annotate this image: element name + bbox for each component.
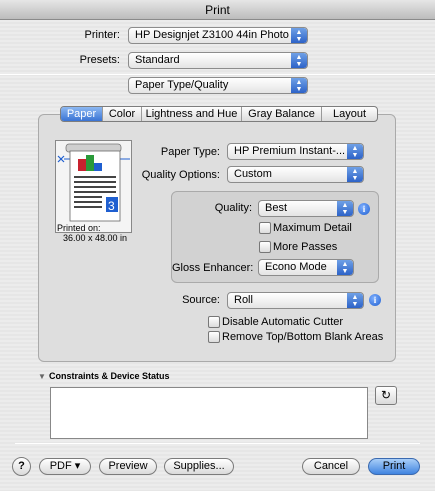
window-title: Print [205,3,230,17]
popup-arrows-icon: ▲ ▼ [337,201,353,216]
source-select[interactable]: Roll ▲ ▼ [227,292,364,309]
source-label: Source: [182,294,220,306]
printer-select[interactable]: HP Designjet Z3100 44in Photo ▲ ▼ [128,27,308,44]
maximum-detail-checkbox[interactable] [259,222,271,234]
printer-label: Printer: [84,29,120,41]
title-bar: Print [0,0,435,20]
section-select[interactable]: Paper Type/Quality ▲ ▼ [128,77,308,94]
printed-on-size: 36.00 x 48.00 in [63,233,128,243]
paper-type-label: Paper Type: [160,146,220,158]
svg-text:3: 3 [108,199,115,213]
supplies-button[interactable]: Supplies... [164,458,234,475]
popup-arrows-icon: ▲ ▼ [337,260,353,275]
source-value: Roll [234,294,253,306]
paper-type-value: HP Premium Instant-... [234,145,346,157]
tab-color[interactable]: Color [103,107,142,121]
tab-gray-balance[interactable]: Gray Balance [242,107,322,121]
presets-select[interactable]: Standard ▲ ▼ [128,52,308,69]
more-passes-checkbox[interactable] [259,241,271,253]
popup-arrows-icon: ▲ ▼ [291,53,307,68]
disclosure-triangle-icon[interactable]: ▼ [38,372,46,381]
paper-type-select[interactable]: HP Premium Instant-... ▲ ▼ [227,143,364,160]
pdf-button[interactable]: PDF ▾ [39,458,91,475]
quality-label: Quality: [214,202,252,214]
printed-on-label: Printed on: [57,223,101,233]
source-info-icon[interactable]: i [369,294,381,306]
gloss-enhancer-value: Econo Mode [265,261,327,273]
popup-arrows-icon: ▲ ▼ [347,293,363,308]
remove-blank-label: Remove Top/Bottom Blank Areas [222,331,384,343]
disable-cutter-checkbox[interactable] [208,316,220,328]
gloss-enhancer-label: Gloss Enhancer: [172,262,254,274]
printer-value: HP Designjet Z3100 44in Photo [135,29,289,41]
constraints-label: Constraints & Device Status [49,371,170,381]
quality-value: Best [265,202,288,214]
quality-options-value: Custom [234,168,272,180]
help-button[interactable]: ? [12,457,31,476]
cancel-button[interactable]: Cancel [302,458,360,475]
separator [15,443,420,444]
popup-arrows-icon: ▲ ▼ [291,78,307,93]
quality-info-icon[interactable]: i [358,203,370,215]
refresh-button[interactable]: ↻ [375,386,397,405]
quality-options-select[interactable]: Custom ▲ ▼ [227,166,364,183]
gloss-enhancer-select[interactable]: Econo Mode ▲ ▼ [258,259,354,276]
tab-lightness-and-hue[interactable]: Lightness and Hue [142,107,242,121]
section-value: Paper Type/Quality [135,79,229,91]
maximum-detail-label: Maximum Detail [273,222,352,234]
quality-options-label: Quality Options: [141,169,220,181]
presets-label: Presets: [79,54,120,66]
popup-arrows-icon: ▲ ▼ [347,144,363,159]
presets-value: Standard [135,54,180,66]
refresh-icon: ↻ [380,388,392,402]
quality-select[interactable]: Best ▲ ▼ [258,200,354,217]
print-button[interactable]: Print [368,458,420,475]
popup-arrows-icon: ▲ ▼ [291,28,307,43]
remove-blank-checkbox[interactable] [208,331,220,343]
tab-bar: Paper Color Lightness and Hue Gray Balan… [60,106,378,122]
constraints-list[interactable] [50,387,368,439]
disable-cutter-label: Disable Automatic Cutter [222,316,344,328]
tab-paper[interactable]: Paper [61,107,103,121]
tab-layout[interactable]: Layout [322,107,377,121]
popup-arrows-icon: ▲ ▼ [347,167,363,182]
more-passes-label: More Passes [273,241,338,253]
separator [0,74,435,75]
preview-button[interactable]: Preview [99,458,157,475]
